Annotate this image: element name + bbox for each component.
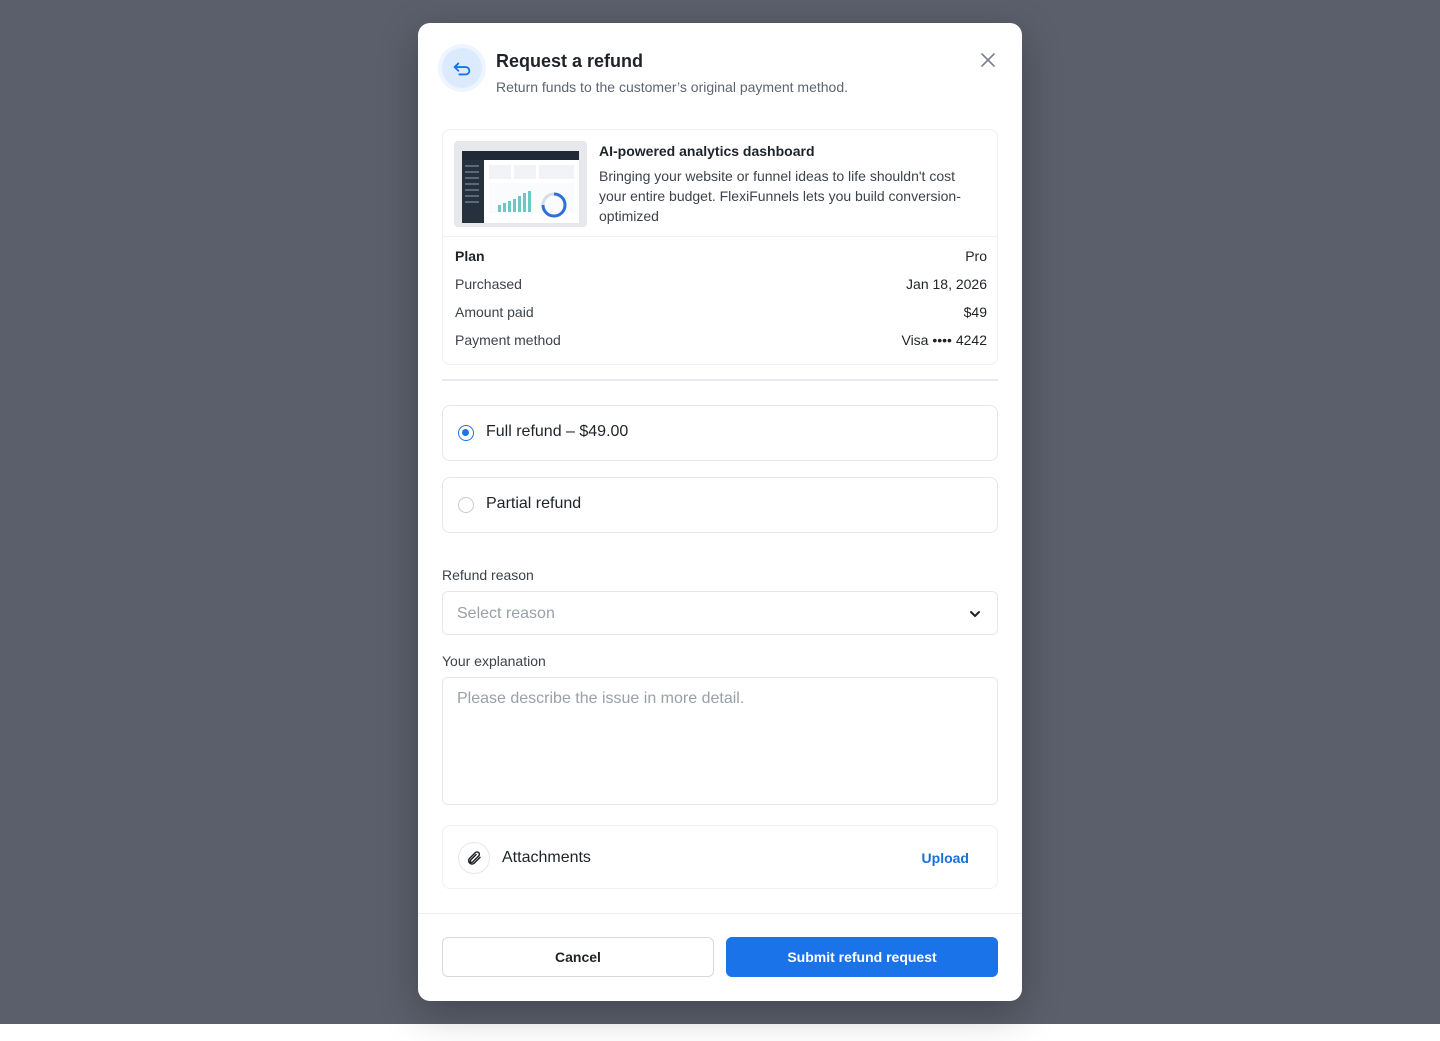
explanation-label: Your explanation bbox=[442, 653, 546, 669]
product-summary-card: AI-powered analytics dashboard Bringing … bbox=[442, 129, 998, 365]
refund-option-label: Partial refund bbox=[486, 495, 582, 512]
product-description: Bringing your website or funnel ideas to… bbox=[599, 168, 961, 224]
cancel-button[interactable]: Cancel bbox=[442, 937, 714, 977]
detail-row-amount-paid: Amount paid $49 bbox=[455, 304, 987, 324]
dialog-title: Request a refund bbox=[496, 51, 644, 71]
submit-refund-button[interactable]: Submit refund request bbox=[726, 937, 998, 977]
explanation-textarea[interactable] bbox=[442, 677, 998, 805]
product-header: AI-powered analytics dashboard Bringing … bbox=[443, 130, 997, 237]
close-button[interactable] bbox=[976, 48, 1000, 72]
radio-button[interactable] bbox=[458, 497, 474, 513]
close-icon bbox=[981, 53, 995, 67]
chevron-down-icon bbox=[970, 611, 980, 617]
refund-return-icon bbox=[442, 48, 482, 88]
refund-dialog: Request a refund Return funds to the cus… bbox=[418, 23, 1022, 1001]
detail-label: Amount paid bbox=[455, 304, 534, 320]
detail-label: Plan bbox=[455, 248, 485, 264]
refund-reason-label: Refund reason bbox=[442, 567, 534, 583]
attachments-section: Attachments Upload bbox=[442, 825, 998, 889]
select-placeholder: Select reason bbox=[457, 605, 555, 622]
detail-row-payment-method: Payment method Visa •••• 4242 bbox=[455, 332, 987, 352]
paperclip-icon bbox=[458, 842, 490, 874]
detail-value: Visa •••• 4242 bbox=[901, 332, 987, 348]
attachments-label: Attachments bbox=[502, 849, 591, 866]
footer-divider bbox=[418, 913, 1022, 914]
refund-option-label: Full refund – $49.00 bbox=[486, 423, 629, 440]
detail-value: Pro bbox=[965, 248, 987, 264]
product-thumbnail bbox=[454, 141, 587, 227]
detail-row-purchased: Purchased Jan 18, 2026 bbox=[455, 276, 987, 296]
upload-link[interactable]: Upload bbox=[922, 850, 969, 866]
dialog-subtitle: Return funds to the customer’s original … bbox=[496, 79, 849, 95]
refund-reason-select[interactable]: Select reason bbox=[442, 591, 998, 635]
section-divider bbox=[442, 379, 998, 381]
detail-value: Jan 18, 2026 bbox=[906, 276, 987, 292]
refund-option-partial[interactable]: Partial refund bbox=[442, 477, 998, 533]
detail-label: Purchased bbox=[455, 276, 522, 292]
refund-option-full[interactable]: Full refund – $49.00 bbox=[442, 405, 998, 461]
detail-label: Payment method bbox=[455, 332, 561, 348]
detail-row-plan: Plan Pro bbox=[455, 248, 987, 268]
product-name: AI-powered analytics dashboard bbox=[599, 143, 815, 159]
detail-value: $49 bbox=[963, 304, 987, 320]
radio-button-checked[interactable] bbox=[458, 425, 474, 441]
